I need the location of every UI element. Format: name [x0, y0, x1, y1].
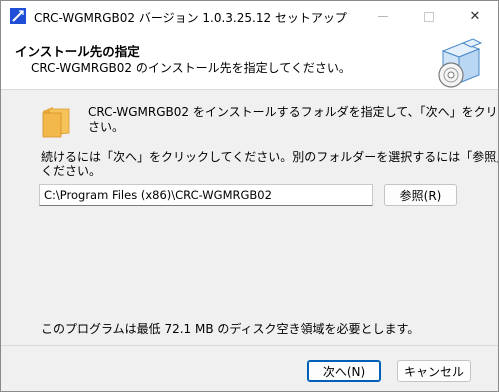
- setup-box-icon: [438, 38, 483, 88]
- browse-hint-line1: 続けるには「次へ」をクリックしてください。別のフォルダーを選択するには「参照」を…: [41, 150, 498, 164]
- page-subtitle: CRC-WGMRGB02 のインストール先を指定してください。: [31, 61, 351, 75]
- title-bar: CRC-WGMRGB02 バージョン 1.0.3.25.12 セットアップ ✕: [1, 1, 498, 32]
- minimize-button[interactable]: [360, 1, 406, 32]
- page-title: インストール先の指定: [15, 44, 140, 59]
- folder-icon: [42, 107, 70, 138]
- instruction-text-line2: さい。: [88, 120, 125, 134]
- cancel-button[interactable]: キャンセル: [397, 360, 471, 382]
- install-path-input[interactable]: [39, 184, 373, 206]
- instruction-text-line1: CRC-WGMRGB02 をインストールするフォルダを指定して、「次へ」をクリッ…: [88, 105, 498, 119]
- next-button[interactable]: 次へ(N): [307, 360, 381, 382]
- setup-window: CRC-WGMRGB02 バージョン 1.0.3.25.12 セットアップ ✕ …: [0, 0, 499, 392]
- close-button[interactable]: ✕: [452, 1, 498, 32]
- maximize-button[interactable]: [406, 1, 452, 32]
- close-icon: ✕: [469, 9, 481, 24]
- window-title: CRC-WGMRGB02 バージョン 1.0.3.25.12 セットアップ: [34, 11, 347, 25]
- wizard-header: インストール先の指定 CRC-WGMRGB02 のインストール先を指定してくださ…: [1, 32, 498, 90]
- browse-button[interactable]: 参照(R): [384, 184, 457, 206]
- app-icon: [10, 8, 26, 24]
- disk-space-text: このプログラムは最低 72.1 MB のディスク空き領域を必要とします。: [41, 322, 420, 336]
- minimize-icon: [378, 16, 388, 17]
- maximize-icon: [424, 11, 434, 22]
- browse-hint-line2: ください。: [41, 164, 102, 178]
